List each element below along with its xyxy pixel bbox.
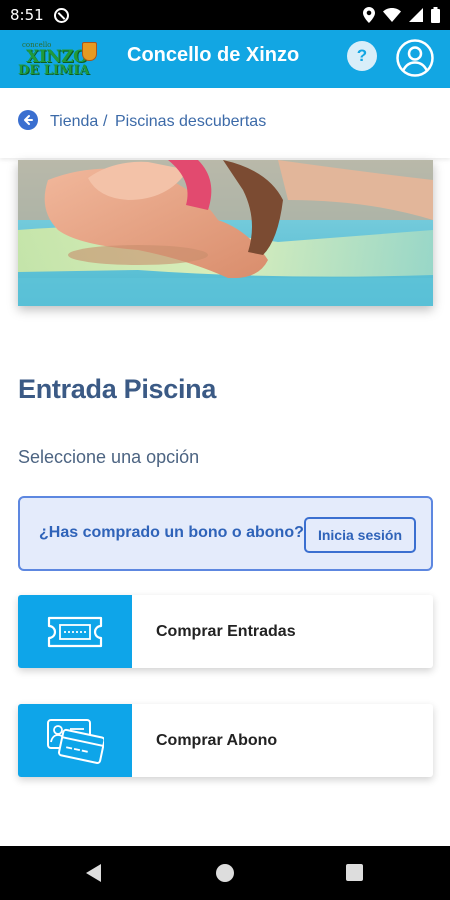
buy-pass-option[interactable]: Comprar Abono — [18, 704, 433, 777]
id-cards-icon-panel — [18, 704, 132, 777]
profile-button[interactable] — [396, 39, 434, 77]
wifi-icon — [383, 8, 401, 22]
nav-recents-icon[interactable] — [346, 864, 363, 881]
buy-tickets-label: Comprar Entradas — [156, 623, 296, 640]
ticket-icon-panel — [18, 595, 132, 668]
location-icon — [363, 7, 375, 23]
buy-tickets-option[interactable]: Comprar Entradas — [18, 595, 433, 668]
breadcrumb-separator: / — [103, 113, 108, 130]
help-button[interactable]: ? — [347, 41, 377, 71]
page-title: Entrada Piscina — [18, 374, 217, 404]
status-bar: 8:51 — [0, 0, 450, 30]
user-account-icon — [396, 39, 434, 77]
do-not-disturb-icon — [53, 7, 69, 23]
status-time: 8:51 — [10, 6, 44, 24]
coat-of-arms-icon — [82, 42, 97, 61]
buy-pass-label: Comprar Abono — [156, 732, 278, 749]
nav-home-icon[interactable] — [216, 864, 234, 882]
hero-pool-image — [18, 160, 433, 306]
breadcrumb-item-tienda[interactable]: Tienda — [50, 113, 98, 131]
login-prompt: ¿Has comprado un bono o abono? Inicia se… — [18, 496, 433, 571]
nav-back-icon[interactable] — [86, 864, 101, 882]
concello-logo[interactable]: concello XINZO DE LIMIA — [18, 40, 100, 80]
breadcrumb-item-piscinas: Piscinas descubertas — [115, 113, 267, 130]
id-cards-icon — [47, 718, 104, 764]
ticket-icon — [47, 616, 103, 647]
login-button[interactable]: Inicia sesión — [304, 517, 416, 553]
battery-icon — [431, 7, 440, 23]
help-icon: ? — [356, 46, 368, 65]
app-title: Concello de Xinzo — [127, 44, 300, 66]
back-arrow-icon[interactable] — [18, 110, 38, 130]
signal-icon — [409, 8, 423, 22]
login-prompt-text: ¿Has comprado un bono o abono? — [39, 524, 304, 541]
page-subtitle: Seleccione una opción — [18, 447, 200, 467]
logo-line-3: DE LIMIA — [18, 63, 90, 78]
